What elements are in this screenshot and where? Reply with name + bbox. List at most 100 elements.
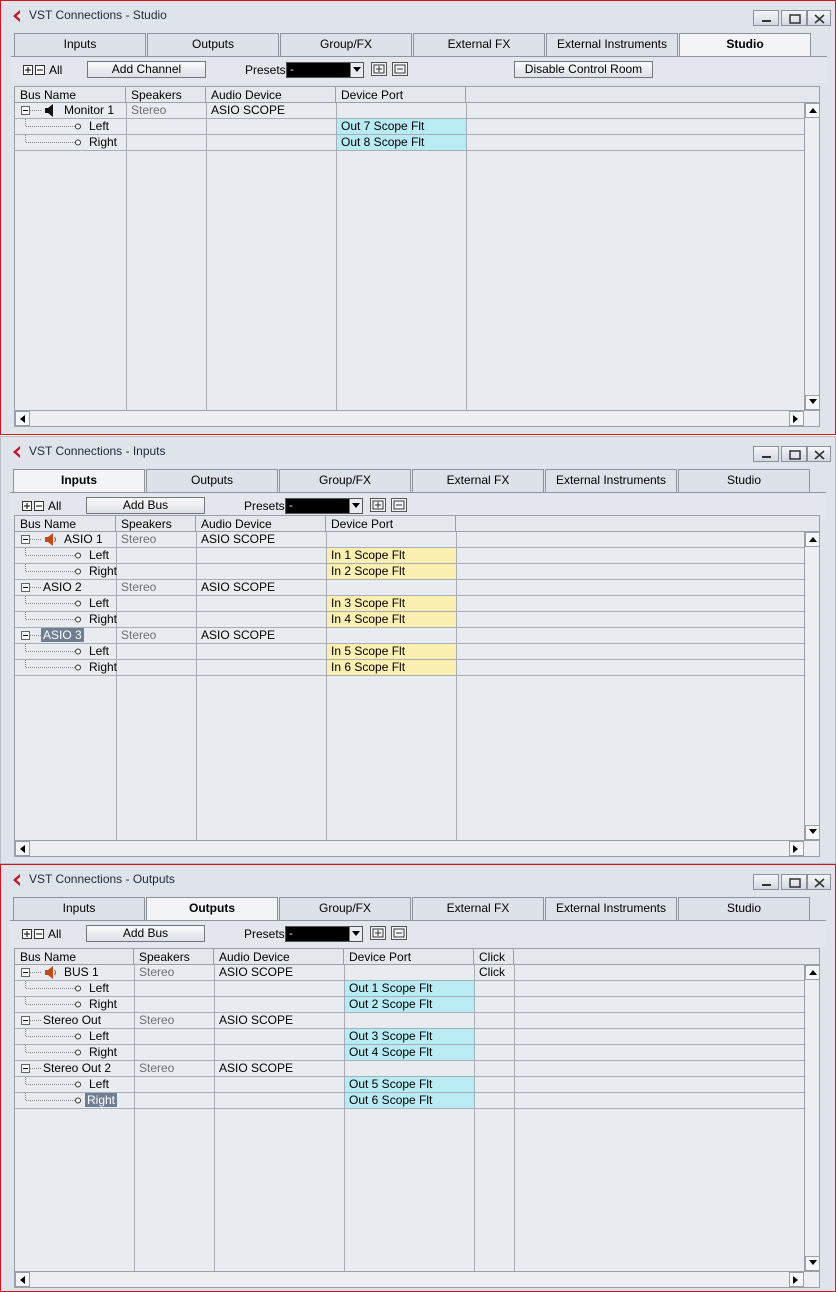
table-row[interactable]: Stereo Out 2 Stereo ASIO SCOPE bbox=[15, 1061, 805, 1077]
tab-group-fx[interactable]: Group/FX bbox=[279, 897, 411, 920]
col-device-port[interactable]: Device Port bbox=[326, 516, 456, 532]
audio-device-value[interactable]: ASIO SCOPE bbox=[215, 965, 293, 980]
col-device-port[interactable]: Device Port bbox=[336, 87, 466, 103]
collapse-all-icon[interactable] bbox=[35, 65, 45, 75]
collapse-all-icon[interactable] bbox=[34, 929, 44, 939]
audio-device-value[interactable]: ASIO SCOPE bbox=[197, 532, 275, 547]
table-row[interactable]: Left Out 7 Scope Flt bbox=[15, 119, 805, 135]
tab-studio[interactable]: Studio bbox=[679, 33, 811, 57]
device-port-value[interactable]: Out 6 Scope Flt bbox=[345, 1093, 474, 1108]
table-row[interactable]: Left In 3 Scope Flt bbox=[15, 596, 805, 612]
horizontal-scrollbar[interactable] bbox=[15, 410, 819, 426]
device-port-value[interactable]: Out 5 Scope Flt bbox=[345, 1077, 474, 1092]
scroll-left-icon[interactable] bbox=[15, 1272, 30, 1287]
tab-inputs[interactable]: Inputs bbox=[13, 469, 145, 493]
scroll-down-icon[interactable] bbox=[805, 395, 819, 410]
channel-name-selected[interactable]: Right bbox=[83, 1093, 118, 1108]
scroll-right-icon[interactable] bbox=[789, 411, 804, 426]
add-channel-button[interactable]: Add Channel bbox=[87, 61, 206, 78]
close-button[interactable] bbox=[807, 874, 831, 890]
maximize-button[interactable] bbox=[781, 10, 807, 26]
presets-dropdown[interactable]: - bbox=[285, 498, 363, 514]
table-row[interactable]: Right Out 4 Scope Flt bbox=[15, 1045, 805, 1061]
device-port-value[interactable]: In 1 Scope Flt bbox=[327, 548, 456, 563]
col-speakers[interactable]: Speakers bbox=[134, 949, 214, 965]
table-row[interactable]: Left Out 3 Scope Flt bbox=[15, 1029, 805, 1045]
device-port-value[interactable]: Out 1 Scope Flt bbox=[345, 981, 474, 996]
horizontal-scrollbar[interactable] bbox=[15, 1271, 819, 1287]
title-bar[interactable]: VST Connections - Studio bbox=[1, 1, 835, 29]
tab-inputs[interactable]: Inputs bbox=[14, 33, 146, 56]
add-bus-button[interactable]: Add Bus bbox=[86, 925, 205, 942]
bus-name-selected[interactable]: ASIO 3 bbox=[39, 628, 84, 643]
click-value[interactable]: Click bbox=[475, 965, 505, 980]
col-bus-name[interactable]: Bus Name bbox=[15, 949, 134, 965]
collapse-all-icon[interactable] bbox=[34, 501, 44, 511]
close-button[interactable] bbox=[807, 446, 831, 462]
device-port-value[interactable]: Out 8 Scope Flt bbox=[337, 135, 466, 150]
presets-dropdown[interactable]: - bbox=[286, 62, 364, 78]
remove-preset-icon[interactable] bbox=[391, 498, 407, 512]
scroll-left-icon[interactable] bbox=[15, 411, 30, 426]
device-port-value[interactable]: In 2 Scope Flt bbox=[327, 564, 456, 579]
tab-external-fx[interactable]: External FX bbox=[412, 469, 544, 492]
tab-external-instruments[interactable]: External Instruments bbox=[546, 33, 678, 56]
scroll-up-icon[interactable] bbox=[805, 103, 819, 118]
disable-control-room-button[interactable]: Disable Control Room bbox=[514, 61, 653, 78]
remove-preset-icon[interactable] bbox=[391, 926, 407, 940]
add-bus-button[interactable]: Add Bus bbox=[86, 497, 205, 514]
store-preset-icon[interactable] bbox=[370, 926, 386, 940]
table-row[interactable]: Right Out 2 Scope Flt bbox=[15, 997, 805, 1013]
minimize-button[interactable] bbox=[753, 10, 779, 26]
device-port-value[interactable]: Out 4 Scope Flt bbox=[345, 1045, 474, 1060]
audio-device-value[interactable]: ASIO SCOPE bbox=[197, 628, 275, 643]
title-bar[interactable]: VST Connections - Inputs bbox=[1, 437, 835, 465]
tab-outputs[interactable]: Outputs bbox=[146, 897, 278, 921]
col-click[interactable]: Click bbox=[474, 949, 514, 965]
col-speakers[interactable]: Speakers bbox=[126, 87, 206, 103]
minimize-button[interactable] bbox=[753, 446, 779, 462]
audio-device-value[interactable]: ASIO SCOPE bbox=[215, 1013, 293, 1028]
col-audio-device[interactable]: Audio Device bbox=[206, 87, 336, 103]
col-audio-device[interactable]: Audio Device bbox=[214, 949, 344, 965]
tab-studio[interactable]: Studio bbox=[678, 897, 810, 920]
table-row[interactable]: BUS 1 Stereo ASIO SCOPE Click bbox=[15, 965, 805, 981]
expand-all-icon[interactable] bbox=[22, 929, 32, 939]
scroll-up-icon[interactable] bbox=[805, 532, 819, 547]
vertical-scrollbar[interactable] bbox=[804, 103, 819, 410]
col-speakers[interactable]: Speakers bbox=[116, 516, 196, 532]
col-bus-name[interactable]: Bus Name bbox=[15, 516, 116, 532]
scroll-down-icon[interactable] bbox=[805, 1256, 819, 1271]
close-button[interactable] bbox=[807, 10, 831, 26]
table-row[interactable]: Left In 1 Scope Flt bbox=[15, 548, 805, 564]
device-port-value[interactable]: Out 2 Scope Flt bbox=[345, 997, 474, 1012]
audio-device-value[interactable]: ASIO SCOPE bbox=[215, 1061, 293, 1076]
device-port-value[interactable]: In 3 Scope Flt bbox=[327, 596, 456, 611]
table-row[interactable]: ASIO 3 Stereo ASIO SCOPE bbox=[15, 628, 805, 644]
scroll-up-icon[interactable] bbox=[805, 965, 819, 980]
col-device-port[interactable]: Device Port bbox=[344, 949, 474, 965]
table-row[interactable]: Left Out 5 Scope Flt bbox=[15, 1077, 805, 1093]
tab-outputs[interactable]: Outputs bbox=[147, 33, 279, 56]
vertical-scrollbar[interactable] bbox=[804, 965, 819, 1271]
table-row[interactable]: ASIO 2 Stereo ASIO SCOPE bbox=[15, 580, 805, 596]
scroll-right-icon[interactable] bbox=[789, 841, 804, 856]
tab-external-fx[interactable]: External FX bbox=[412, 897, 544, 920]
maximize-button[interactable] bbox=[781, 446, 807, 462]
tab-external-instruments[interactable]: External Instruments bbox=[545, 897, 677, 920]
table-row[interactable]: Monitor 1 Stereo ASIO SCOPE bbox=[15, 103, 805, 119]
col-audio-device[interactable]: Audio Device bbox=[196, 516, 326, 532]
tab-inputs[interactable]: Inputs bbox=[13, 897, 145, 920]
expand-all-icon[interactable] bbox=[23, 65, 33, 75]
remove-preset-icon[interactable] bbox=[392, 62, 408, 76]
expand-all-icon[interactable] bbox=[22, 501, 32, 511]
scroll-down-icon[interactable] bbox=[805, 825, 819, 840]
table-row[interactable]: Right In 6 Scope Flt bbox=[15, 660, 805, 676]
table-row[interactable]: Right Out 8 Scope Flt bbox=[15, 135, 805, 151]
tab-studio[interactable]: Studio bbox=[678, 469, 810, 492]
device-port-value[interactable]: In 5 Scope Flt bbox=[327, 644, 456, 659]
minimize-button[interactable] bbox=[753, 874, 779, 890]
audio-device-value[interactable]: ASIO SCOPE bbox=[197, 580, 275, 595]
store-preset-icon[interactable] bbox=[370, 498, 386, 512]
audio-device-value[interactable]: ASIO SCOPE bbox=[207, 103, 285, 118]
